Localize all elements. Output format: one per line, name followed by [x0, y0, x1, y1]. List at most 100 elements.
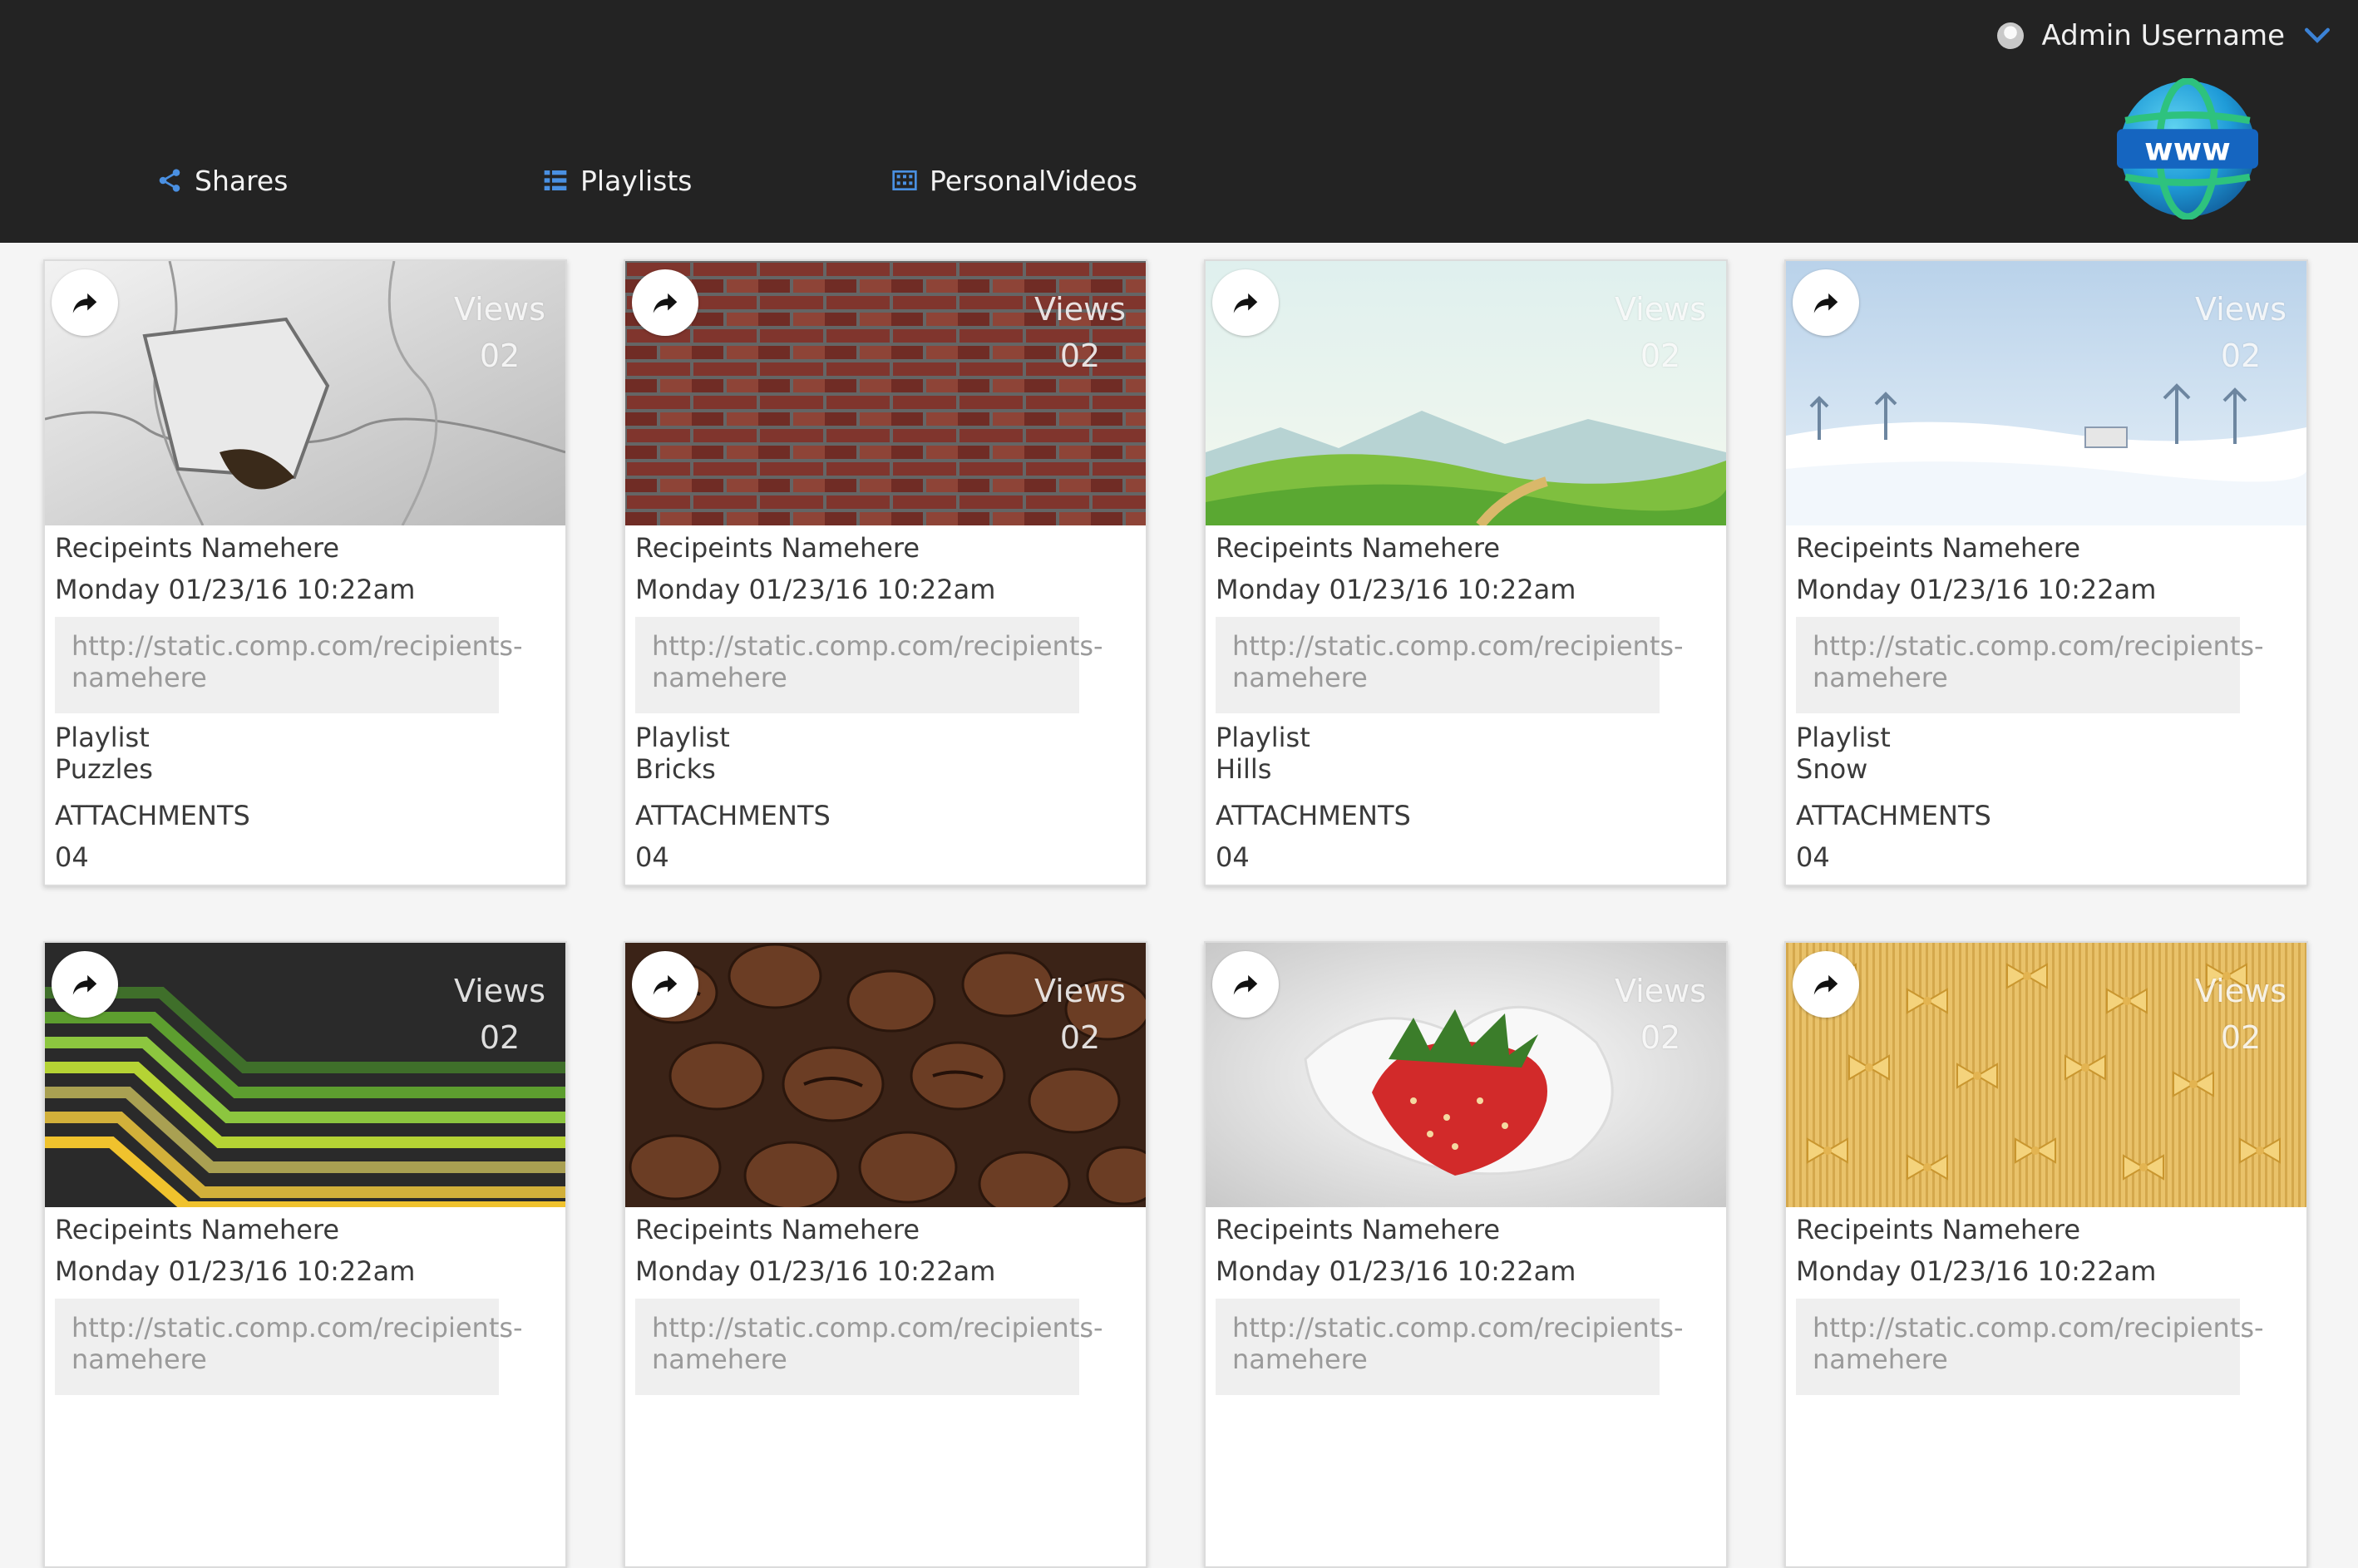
views-count: 02	[2220, 338, 2262, 374]
share-button[interactable]	[1212, 269, 1279, 336]
share-card[interactable]: Views 02 Recipeints Namehere Monday 01/2…	[1784, 259, 2308, 886]
share-date: Monday 01/23/16 10:22am	[1796, 574, 2157, 605]
share-date: Monday 01/23/16 10:22am	[1216, 1255, 1576, 1287]
attachments-count: 04	[635, 841, 669, 873]
views-counter: Views 02	[454, 286, 545, 379]
share-arrow-icon	[72, 974, 97, 995]
share-arrow-icon	[1233, 293, 1258, 313]
recipient-name: Recipeints Namehere	[1216, 1214, 1501, 1245]
views-counter: Views 02	[2195, 968, 2286, 1061]
attachments-count: 04	[1796, 841, 1830, 873]
share-url-field[interactable]: http://static.comp.com/recipients-namehe…	[1216, 1299, 1684, 1395]
playlist-name: Hills	[1216, 753, 1272, 785]
views-counter: Views 02	[2195, 286, 2286, 379]
playlist-label: Playlist	[55, 722, 150, 753]
nav-playlists[interactable]: Playlists	[542, 160, 692, 201]
views-count: 02	[479, 1019, 520, 1056]
views-label: Views	[454, 973, 545, 1009]
share-date: Monday 01/23/16 10:22am	[1796, 1255, 2157, 1287]
share-url-field[interactable]: http://static.comp.com/recipients-namehe…	[1796, 1299, 2264, 1395]
share-button[interactable]	[1793, 269, 1859, 336]
chevron-down-icon	[2304, 27, 2331, 43]
views-counter: Views 02	[1034, 968, 1126, 1061]
share-arrow-icon	[1813, 293, 1838, 313]
views-label: Views	[1615, 973, 1706, 1009]
user-name: Admin Username	[2041, 19, 2286, 52]
attachments-label: ATTACHMENTS	[1796, 800, 1991, 831]
share-arrow-icon	[653, 293, 678, 313]
share-arrow-icon	[1813, 974, 1838, 995]
avatar	[1996, 22, 2024, 49]
share-date: Monday 01/23/16 10:22am	[55, 1255, 416, 1287]
user-menu[interactable]: Admin Username	[1996, 15, 2332, 57]
playlist-name: Bricks	[635, 753, 716, 785]
share-date: Monday 01/23/16 10:22am	[635, 1255, 996, 1287]
nav-personal-videos[interactable]: PersonalVideos	[891, 160, 1137, 201]
attachments-label: ATTACHMENTS	[635, 800, 831, 831]
share-arrow-icon	[1233, 974, 1258, 995]
share-card[interactable]: Views 02 Recipeints Namehere Monday 01/2…	[624, 941, 1147, 1568]
views-count: 02	[1640, 1019, 1681, 1056]
recipient-name: Recipeints Namehere	[55, 532, 340, 564]
share-button[interactable]	[1212, 951, 1279, 1018]
share-card[interactable]: Views 02 Recipeints Namehere Monday 01/2…	[1784, 941, 2308, 1568]
video-grid-icon	[892, 170, 917, 190]
share-date: Monday 01/23/16 10:22am	[635, 574, 996, 605]
views-counter: Views 02	[1615, 286, 1706, 379]
playlist-name: Puzzles	[55, 753, 153, 785]
share-url-field[interactable]: http://static.comp.com/recipients-namehe…	[635, 1299, 1103, 1395]
recipient-name: Recipeints Namehere	[1216, 532, 1501, 564]
nav-personal-videos-label: PersonalVideos	[930, 164, 1137, 197]
share-card[interactable]: Views 02 Recipeints Namehere Monday 01/2…	[43, 941, 567, 1568]
views-count: 02	[1640, 338, 1681, 374]
views-label: Views	[1615, 291, 1706, 328]
views-count: 02	[2220, 1019, 2262, 1056]
views-count: 02	[1059, 338, 1101, 374]
share-button[interactable]	[1793, 951, 1859, 1018]
views-count: 02	[479, 338, 520, 374]
views-label: Views	[1034, 973, 1126, 1009]
views-counter: Views 02	[1615, 968, 1706, 1061]
top-bar: Admin Username Shares Playlists Personal…	[0, 0, 2358, 243]
share-arrow-icon	[653, 974, 678, 995]
attachments-count: 04	[55, 841, 89, 873]
views-counter: Views 02	[454, 968, 545, 1061]
views-counter: Views 02	[1034, 286, 1126, 379]
views-label: Views	[2195, 973, 2286, 1009]
share-button[interactable]	[52, 951, 118, 1018]
share-url-field[interactable]: http://static.comp.com/recipients-namehe…	[635, 617, 1103, 713]
share-card[interactable]: Views 02 Recipeints Namehere Monday 01/2…	[1204, 259, 1728, 886]
recipient-name: Recipeints Namehere	[55, 1214, 340, 1245]
playlist-label: Playlist	[1796, 722, 1891, 753]
share-button[interactable]	[52, 269, 118, 336]
logo-text: www	[2144, 131, 2231, 168]
attachments-count: 04	[1216, 841, 1250, 873]
share-button[interactable]	[632, 951, 698, 1018]
share-card[interactable]: Views 02 Recipeints Namehere Monday 01/2…	[1204, 941, 1728, 1568]
attachments-label: ATTACHMENTS	[1216, 800, 1411, 831]
share-arrow-icon	[72, 293, 97, 313]
recipient-name: Recipeints Namehere	[1796, 1214, 2081, 1245]
views-count: 02	[1059, 1019, 1101, 1056]
recipient-name: Recipeints Namehere	[635, 1214, 920, 1245]
nav-shares[interactable]: Shares	[156, 160, 288, 201]
share-url-field[interactable]: http://static.comp.com/recipients-namehe…	[55, 1299, 523, 1395]
share-date: Monday 01/23/16 10:22am	[1216, 574, 1576, 605]
share-date: Monday 01/23/16 10:22am	[55, 574, 416, 605]
share-card[interactable]: Views 02 Recipeints Namehere Monday 01/2…	[43, 259, 567, 886]
playlist-name: Snow	[1796, 753, 1868, 785]
list-icon	[544, 170, 567, 190]
share-url-field[interactable]: http://static.comp.com/recipients-namehe…	[1796, 617, 2264, 713]
share-url-field[interactable]: http://static.comp.com/recipients-namehe…	[55, 617, 523, 713]
playlist-label: Playlist	[635, 722, 730, 753]
share-url-field[interactable]: http://static.comp.com/recipients-namehe…	[1216, 617, 1684, 713]
recipient-name: Recipeints Namehere	[635, 532, 920, 564]
views-label: Views	[454, 291, 545, 328]
nav-playlists-label: Playlists	[580, 164, 693, 197]
share-button[interactable]	[632, 269, 698, 336]
attachments-label: ATTACHMENTS	[55, 800, 250, 831]
recipient-name: Recipeints Namehere	[1796, 532, 2081, 564]
share-card[interactable]: Views 02 Recipeints Namehere Monday 01/2…	[624, 259, 1147, 886]
www-globe-logo[interactable]: www	[2117, 78, 2258, 219]
nav-shares-label: Shares	[195, 164, 289, 197]
